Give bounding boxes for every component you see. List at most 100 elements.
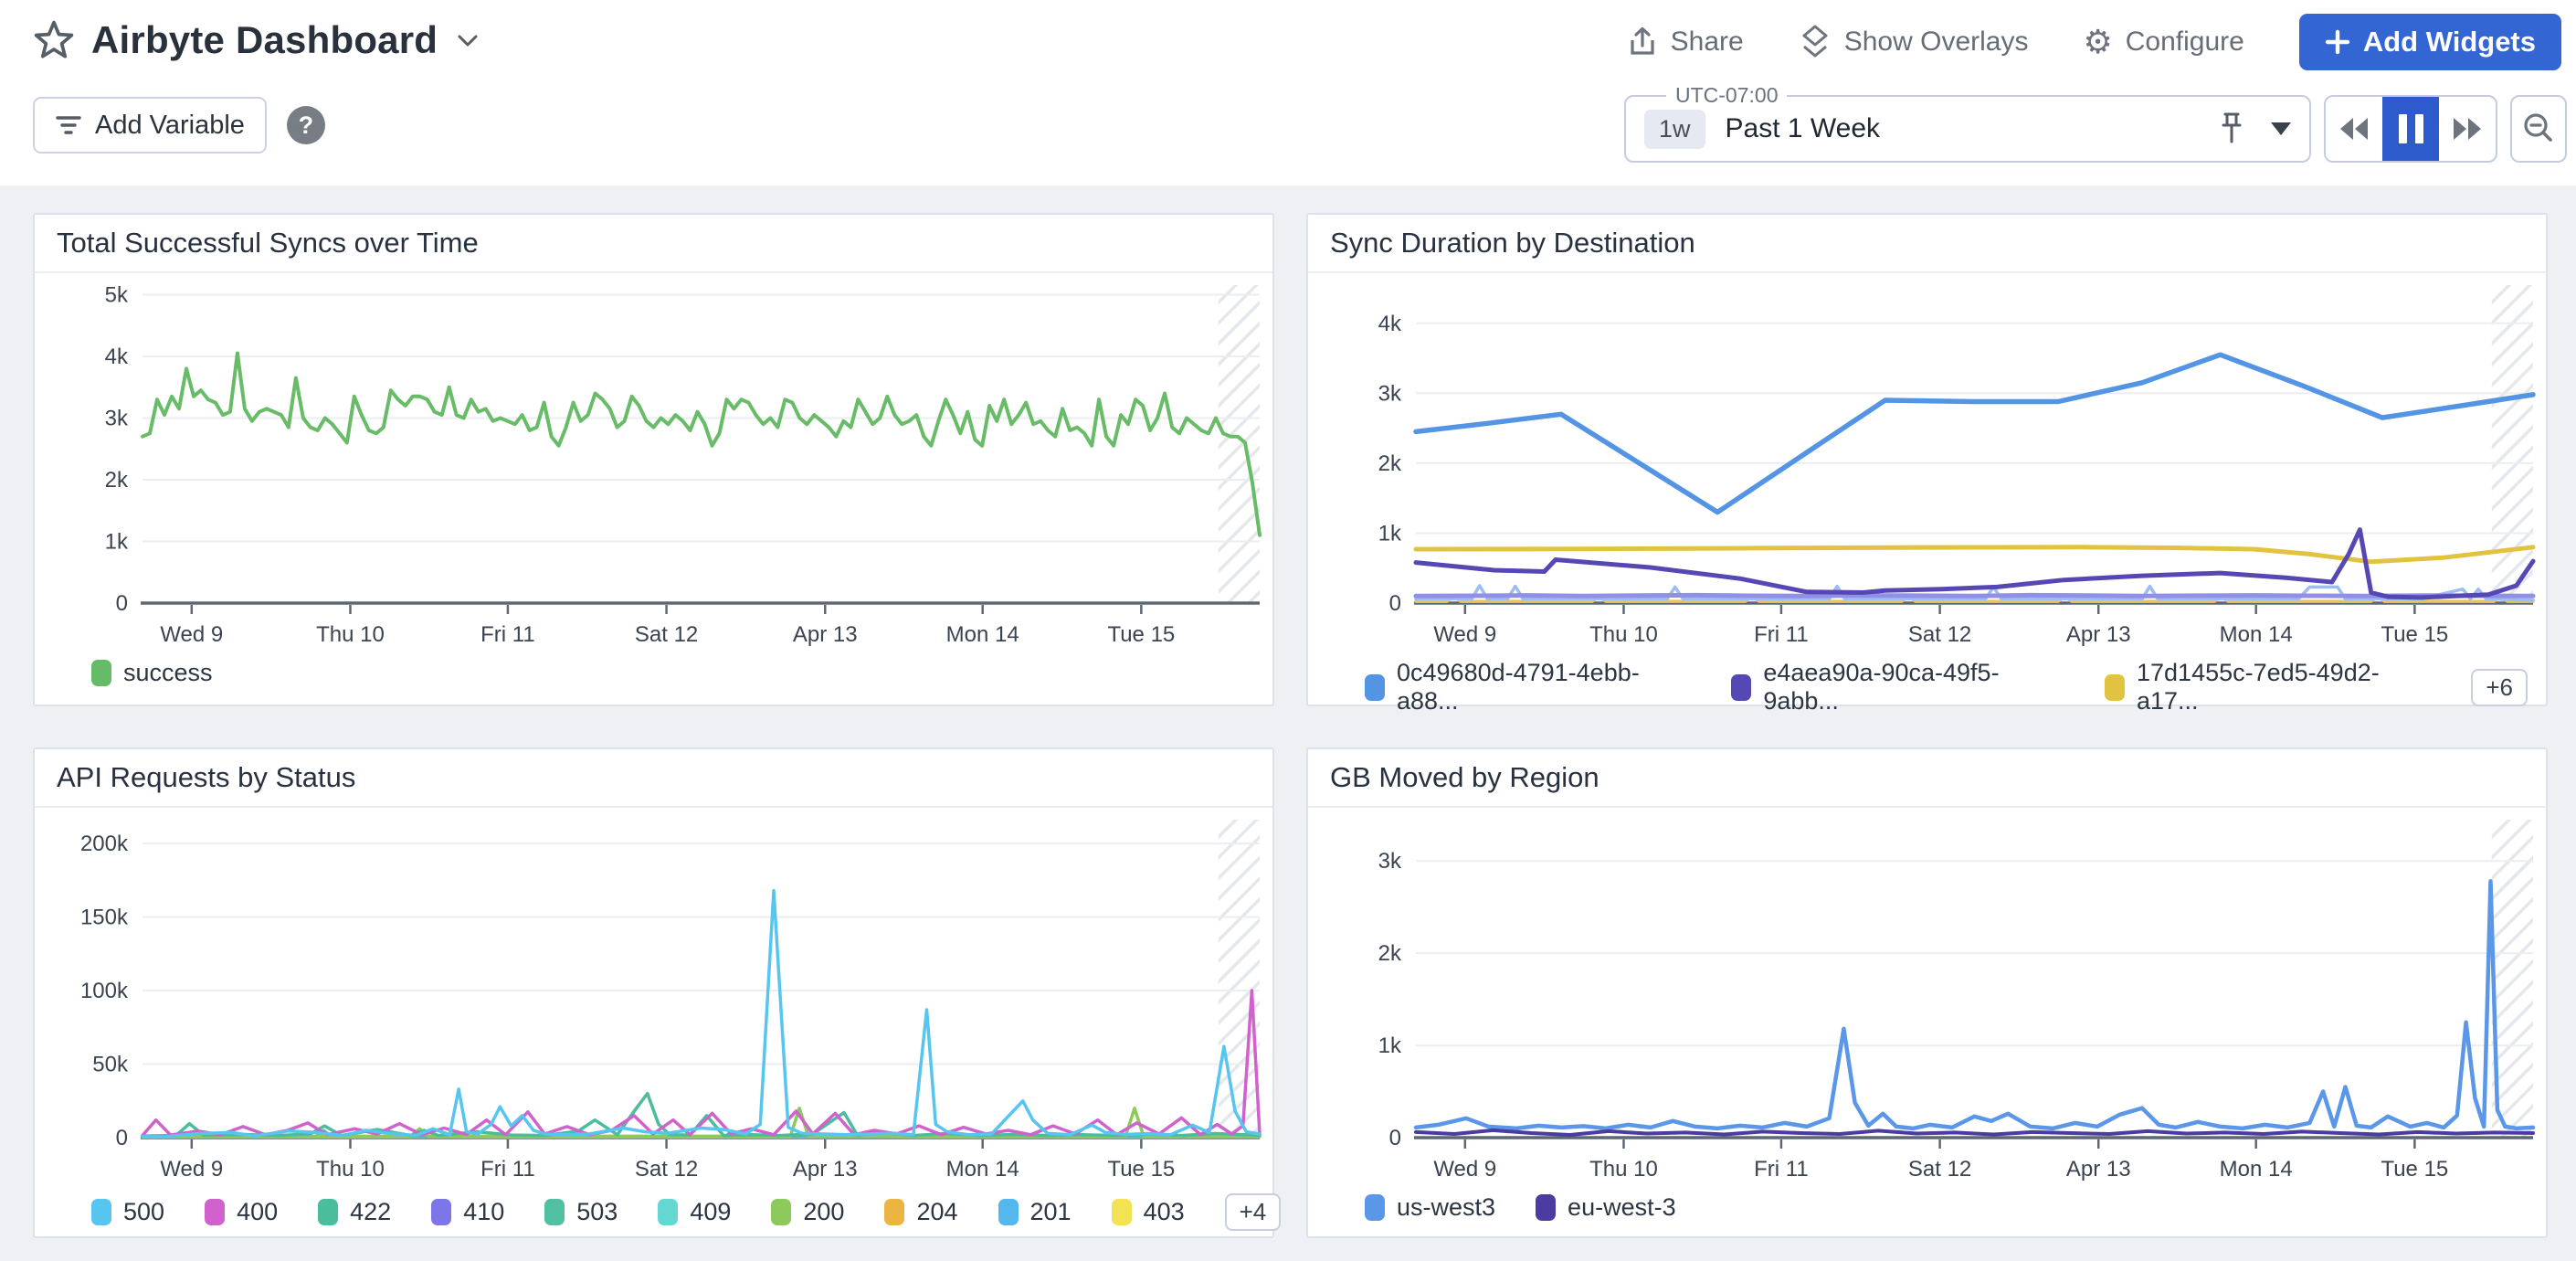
time-backward-button[interactable]	[2326, 97, 2382, 161]
timezone-label: UTC-07:00	[1666, 83, 1787, 108]
chart-svg: 01k2k3k4k5kWed 9Thu 10Fri 11Sat 12Apr 13…	[35, 285, 1272, 649]
y-axis-label: 150k	[80, 906, 129, 930]
title-chevron-down-icon[interactable]	[454, 31, 481, 49]
legend-label: 422	[350, 1198, 391, 1226]
pin-icon[interactable]	[2218, 111, 2245, 147]
x-axis-label: Fri 11	[480, 622, 535, 647]
widget-title: Sync Duration by Destination	[1308, 215, 2546, 273]
legend-color-chip	[658, 1199, 678, 1225]
widget-title: Total Successful Syncs over Time	[35, 215, 1272, 273]
share-button[interactable]: Share	[1627, 26, 1744, 58]
legend-color-chip	[1536, 1194, 1556, 1221]
legend-label: 403	[1144, 1198, 1185, 1226]
favorite-star-icon[interactable]	[33, 19, 75, 61]
legend-color-chip	[544, 1199, 565, 1225]
legend-item[interactable]: 409	[658, 1198, 731, 1226]
legend-overflow-badge[interactable]: +6	[2471, 669, 2528, 706]
y-axis-label: 0	[1389, 591, 1401, 616]
legend-item[interactable]: 403	[1112, 1198, 1185, 1226]
legend-label: 200	[803, 1198, 844, 1226]
legend-color-chip	[1731, 674, 1751, 701]
legend-color-chip	[1365, 674, 1385, 701]
legend-item[interactable]: 410	[431, 1198, 504, 1226]
legend-item[interactable]: eu-west-3	[1536, 1193, 1676, 1222]
legend-item[interactable]: 400	[205, 1198, 278, 1226]
y-axis-label: 200k	[80, 832, 129, 856]
legend-item[interactable]: 204	[884, 1198, 957, 1226]
help-icon[interactable]: ?	[287, 106, 325, 144]
legend-item[interactable]: 500	[91, 1198, 164, 1226]
y-axis-label: 50k	[92, 1053, 129, 1077]
add-widgets-button[interactable]: Add Widgets	[2299, 14, 2561, 70]
time-range-selector[interactable]: UTC-07:00 1w Past 1 Week	[1624, 95, 2311, 163]
y-axis-label: 4k	[1378, 312, 1402, 336]
legend-label: us-west3	[1397, 1193, 1495, 1222]
legend-item[interactable]: success	[91, 659, 213, 687]
legend-item[interactable]: 503	[544, 1198, 618, 1226]
chart-canvas[interactable]: 050k100k150k200kWed 9Thu 10Fri 11Sat 12A…	[35, 820, 1272, 1183]
widget-title: API Requests by Status	[35, 749, 1272, 808]
chart-svg: 01k2k3k4kWed 9Thu 10Fri 11Sat 12Apr 13Mo…	[1308, 285, 2546, 649]
x-axis-label: Apr 13	[2066, 1157, 2131, 1182]
time-preset-pill[interactable]: 1w	[1644, 110, 1705, 149]
legend-color-chip	[91, 1199, 111, 1225]
overlays-icon	[1799, 25, 1832, 59]
legend-label: 400	[237, 1198, 278, 1226]
legend-color-chip	[998, 1199, 1019, 1225]
time-forward-button[interactable]	[2439, 97, 2496, 161]
chart-canvas[interactable]: 01k2k3kWed 9Thu 10Fri 11Sat 12Apr 13Mon …	[1308, 820, 2546, 1183]
chart-legend: 500400422410503409200204201403+4	[91, 1193, 1254, 1231]
add-variable-button[interactable]: Add Variable	[33, 97, 267, 154]
configure-button[interactable]: ⚙ Configure	[2083, 26, 2243, 58]
legend-item[interactable]: us-west3	[1365, 1193, 1495, 1222]
x-axis-label: Mon 14	[2220, 622, 2293, 647]
share-icon	[1627, 26, 1658, 58]
legend-item[interactable]: 200	[771, 1198, 844, 1226]
time-range-label: Past 1 Week	[1726, 113, 1881, 144]
chart-canvas[interactable]: 01k2k3k4k5kWed 9Thu 10Fri 11Sat 12Apr 13…	[35, 285, 1272, 649]
chart-legend: us-west3 eu-west-3	[1365, 1193, 2528, 1222]
x-axis-label: Fri 11	[480, 1157, 535, 1182]
add-variable-label: Add Variable	[95, 111, 245, 141]
legend-label: 503	[576, 1198, 618, 1226]
x-axis-label: Tue 15	[2381, 622, 2448, 647]
series-line-us-west3	[1416, 881, 2533, 1129]
zoom-out-button[interactable]	[2510, 95, 2567, 163]
show-overlays-button[interactable]: Show Overlays	[1799, 25, 2029, 59]
widget-grid: Total Successful Syncs over Time 01k2k3k…	[0, 185, 2576, 1261]
y-axis-label: 2k	[105, 468, 129, 493]
header-actions: Share Show Overlays ⚙ Configure Add Widg…	[1627, 13, 2561, 71]
y-axis-label: 0	[116, 591, 128, 616]
x-axis-label: Wed 9	[1433, 622, 1496, 647]
page-title: Airbyte Dashboard	[91, 18, 438, 62]
configure-label: Configure	[2126, 26, 2244, 58]
legend-item[interactable]: 201	[998, 1198, 1072, 1226]
x-axis-label: Mon 14	[2220, 1157, 2293, 1182]
x-axis-label: Sat 12	[635, 622, 698, 647]
dashboard-title-group: Airbyte Dashboard	[33, 11, 481, 69]
time-pause-button[interactable]	[2382, 97, 2439, 161]
time-dropdown-caret-icon[interactable]	[2271, 122, 2291, 135]
chart-legend: 0c49680d-4791-4ebb-a88... e4aea90a-90ca-4…	[1365, 659, 2528, 715]
incomplete-data-hatch	[1219, 820, 1260, 1138]
chart-legend: success	[91, 659, 1254, 687]
series-line-400	[143, 991, 1260, 1136]
legend-label: 204	[916, 1198, 957, 1226]
legend-label: e4aea90a-90ca-49f5-9abb...	[1763, 659, 2064, 715]
filter-icon	[55, 113, 82, 137]
plus-icon	[2325, 29, 2350, 55]
legend-item[interactable]: 0c49680d-4791-4ebb-a88...	[1365, 659, 1691, 715]
legend-item[interactable]: e4aea90a-90ca-49f5-9abb...	[1731, 659, 2064, 715]
chart-canvas[interactable]: 01k2k3k4kWed 9Thu 10Fri 11Sat 12Apr 13Mo…	[1308, 285, 2546, 649]
share-label: Share	[1671, 26, 1744, 58]
series-line-unlabeled-periwinkle	[1416, 595, 2533, 596]
time-playback-group	[2324, 95, 2497, 163]
incomplete-data-hatch	[1219, 285, 1260, 603]
y-axis-label: 2k	[1378, 941, 1402, 966]
x-axis-label: Mon 14	[946, 622, 1019, 647]
x-axis-label: Apr 13	[2066, 622, 2131, 647]
legend-item[interactable]: 422	[318, 1198, 391, 1226]
y-axis-label: 5k	[105, 285, 129, 307]
legend-overflow-badge[interactable]: +4	[1225, 1193, 1282, 1231]
legend-item[interactable]: 17d1455c-7ed5-49d2-a17...	[2105, 659, 2431, 715]
